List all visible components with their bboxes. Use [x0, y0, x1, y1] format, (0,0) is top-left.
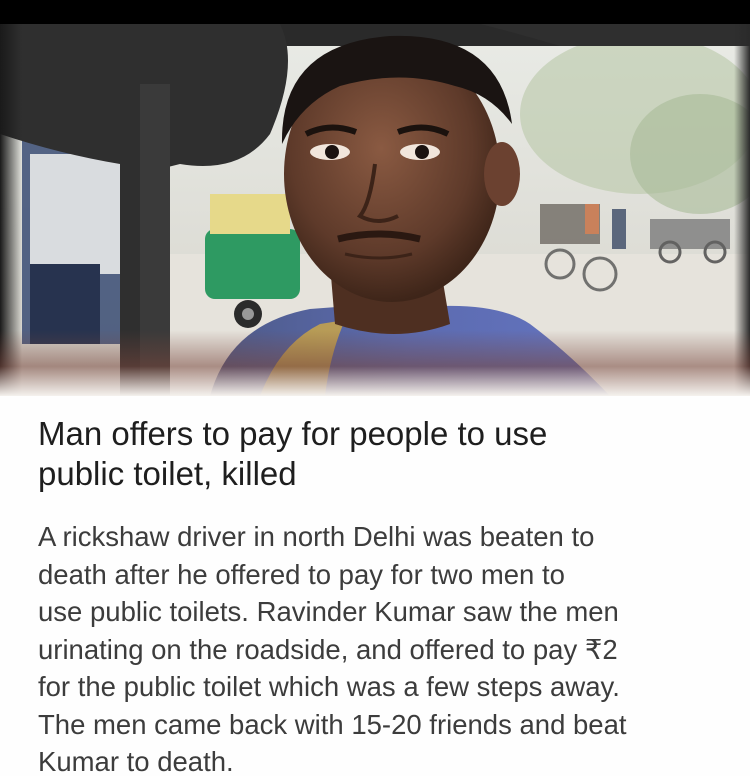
body-line: The men came back with 15-20 friends and…	[38, 708, 627, 740]
headline-line-1: Man offers to pay for people to use	[38, 415, 548, 452]
body-line: urinating on the roadside, and offered t…	[38, 633, 618, 665]
article-body: A rickshaw driver in north Delhi was bea…	[38, 518, 738, 776]
headline-line-2: public toilet, killed	[38, 455, 297, 492]
body-line: use public toilets. Ravinder Kumar saw t…	[38, 596, 619, 627]
photo-fade	[0, 330, 750, 396]
body-line: Kumar to death.	[38, 746, 234, 776]
body-line: A rickshaw driver in north Delhi was bea…	[38, 521, 595, 552]
news-screenshot: Man offers to pay for people to use publ…	[0, 0, 750, 776]
article-headline: Man offers to pay for people to use publ…	[38, 414, 728, 494]
body-line: death after he offered to pay for two me…	[38, 558, 565, 590]
body-line: for the public toilet which was a few st…	[38, 671, 620, 702]
article-card: Man offers to pay for people to use publ…	[0, 396, 750, 776]
